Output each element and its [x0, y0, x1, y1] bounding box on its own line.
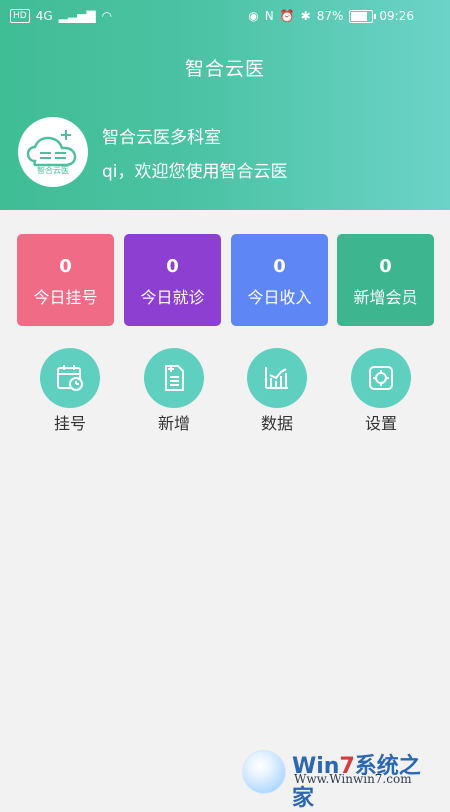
network-4g-icon: 4G: [35, 9, 53, 23]
header: HD 4G ▂▃▅▇ ◠ ◉ N ⏰ ✱ 87% 09:26 智合云医 智合云医…: [0, 0, 450, 210]
feature-settings[interactable]: 设置: [341, 348, 421, 438]
windows-logo-icon: [242, 750, 286, 794]
stat-label: 新增会员: [353, 288, 418, 307]
feature-data[interactable]: 数据: [237, 348, 317, 438]
status-left: HD 4G ▂▃▅▇ ◠: [10, 9, 112, 23]
status-bar: HD 4G ▂▃▅▇ ◠ ◉ N ⏰ ✱ 87% 09:26: [0, 0, 450, 34]
signal-icon: ▂▃▅▇: [58, 9, 96, 23]
stat-card-new-members[interactable]: 0 新增会员: [337, 234, 434, 326]
page-title: 智合云医: [184, 58, 265, 80]
feature-circle[interactable]: [144, 348, 204, 408]
clinic-name: 智合云医多科室: [102, 128, 221, 148]
stat-card-today-income[interactable]: 0 今日收入: [231, 234, 328, 326]
calendar-icon: [57, 365, 83, 391]
stat-label: 今日收入: [247, 288, 312, 307]
stats-panel: 0 今日挂号 0 今日就诊 0 今日收入 0 新增会员: [17, 234, 434, 326]
feature-label: 新增: [157, 414, 190, 433]
stat-value: 0: [59, 256, 72, 277]
stat-card-today-registrations[interactable]: 0 今日挂号: [17, 234, 114, 326]
nfc-icon: N: [264, 9, 274, 23]
bluetooth-icon: ✱: [300, 9, 311, 23]
status-right: ◉ N ⏰ ✱ 87% 09:26: [248, 9, 414, 23]
stat-value: 0: [166, 256, 179, 277]
stat-card-today-visits[interactable]: 0 今日就诊: [124, 234, 221, 326]
alarm-icon: ⏰: [279, 9, 295, 23]
battery-percent: 87%: [316, 9, 344, 23]
eye-icon: ◉: [248, 9, 259, 23]
feature-add[interactable]: 新增: [134, 348, 214, 438]
stat-value: 0: [273, 256, 286, 277]
watermark-url: Www.Winwin7.com: [294, 772, 412, 786]
feature-circle[interactable]: [40, 348, 100, 408]
logo-text: 智合云医: [37, 166, 69, 175]
watermark: Win7系统之家 Www.Winwin7.com: [242, 750, 442, 811]
battery-icon: [349, 9, 377, 23]
cloud-logo-icon: [26, 130, 77, 167]
stat-label: 今日就诊: [140, 288, 205, 307]
feature-circle[interactable]: [247, 348, 307, 408]
feature-label: 数据: [260, 414, 293, 433]
chart-icon: [265, 367, 288, 389]
add-document-icon: [165, 365, 184, 391]
feature-circle[interactable]: [351, 348, 411, 408]
clinic-logo: 智合云医: [18, 117, 88, 187]
wifi-icon: ◠: [101, 9, 113, 23]
hd-icon: HD: [10, 9, 30, 23]
settings-icon: [369, 366, 393, 390]
feature-label: 设置: [364, 414, 397, 433]
status-time: 09:26: [379, 9, 414, 23]
feature-registration[interactable]: 挂号: [30, 348, 110, 438]
feature-label: 挂号: [53, 414, 86, 433]
feature-grid: 挂号 新增 数据 设置: [30, 348, 430, 438]
stat-label: 今日挂号: [33, 288, 98, 307]
stat-value: 0: [379, 256, 392, 277]
welcome-text: qi，欢迎您使用智合云医: [102, 162, 288, 182]
